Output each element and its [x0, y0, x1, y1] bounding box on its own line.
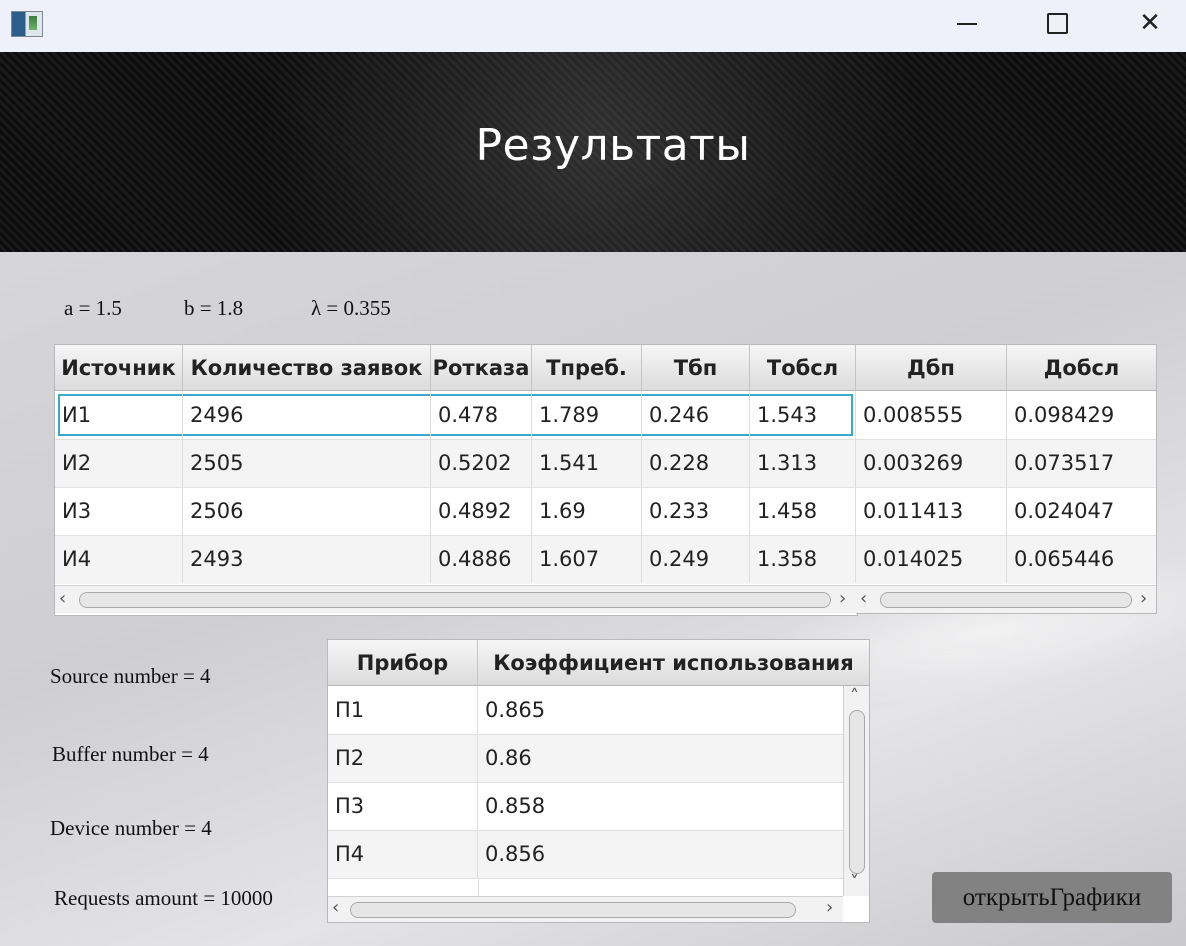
scrollbar-thumb[interactable] [880, 592, 1132, 608]
column-header[interactable]: Количество заявок [183, 345, 431, 391]
minimize-button[interactable] [944, 0, 990, 46]
table-cell: П3 [328, 782, 478, 830]
table-cell: И1 [55, 391, 183, 439]
table-cell: 1.607 [532, 535, 642, 583]
column-header[interactable]: Коэффициент использования [478, 640, 869, 686]
table-row[interactable] [328, 878, 843, 897]
table-cell: 0.065446 [1014, 547, 1115, 571]
table-cell: 0.233 [642, 487, 750, 535]
results-banner: Результаты [0, 52, 1186, 252]
scroll-right-icon[interactable]: › [839, 588, 846, 609]
sources-table: Источник Количество заявок Ротказа Тпреб… [54, 344, 858, 616]
table-cell: 0.4892 [431, 487, 532, 535]
table-cell: 0.011413 [856, 487, 1007, 535]
column-header[interactable]: Добсл [1007, 345, 1156, 391]
device-number-label: Device number = 4 [50, 816, 212, 840]
param-a: a = 1.5 [64, 296, 122, 320]
column-header[interactable]: Тбп [642, 345, 750, 391]
page-title: Результаты [475, 120, 751, 171]
table-cell: 2505 [183, 439, 431, 487]
table-cell: 0.249 [642, 535, 750, 583]
table-cell: 0.858 [485, 794, 546, 818]
column-header[interactable]: Прибор [328, 640, 478, 686]
table-cell: 0.024047 [1014, 499, 1115, 523]
scrollbar-thumb[interactable] [350, 902, 796, 918]
column-header[interactable]: Тпреб. [532, 345, 642, 391]
table-cell: 0.246 [642, 391, 750, 439]
table-cell: 1.313 [750, 439, 856, 487]
scroll-up-icon[interactable]: ˄ [850, 686, 859, 707]
scrollbar-thumb[interactable] [79, 592, 831, 608]
table-cell: П2 [328, 734, 478, 782]
table-cell: 1.541 [532, 439, 642, 487]
dispersion-table: Дбп Добсл 0.008555 0.098429 0.003269 0.0… [856, 344, 1157, 614]
source-number-label: Source number = 4 [50, 664, 211, 688]
table-cell: 1.69 [532, 487, 642, 535]
table-cell: 0.86 [485, 746, 532, 770]
table-cell: 0.014025 [856, 535, 1007, 583]
scroll-right-icon[interactable]: › [826, 897, 833, 918]
param-b: b = 1.8 [184, 296, 244, 320]
table-cell: 1.458 [750, 487, 856, 535]
requests-amount-label: Requests amount = 10000 [54, 886, 273, 910]
maximize-button[interactable] [1034, 0, 1080, 46]
table-cell: 0.478 [431, 391, 532, 439]
vertical-scrollbar[interactable]: ˄ ˅ [843, 686, 869, 896]
table-cell: 1.543 [750, 391, 856, 439]
table-cell: 2493 [183, 535, 431, 583]
table-cell: 0.856 [485, 842, 546, 866]
table-cell: 0.5202 [431, 439, 532, 487]
column-header[interactable]: Ротказа [431, 345, 532, 391]
scroll-left-icon[interactable]: ‹ [332, 897, 339, 918]
column-divider [478, 879, 479, 897]
table-cell: 0.228 [642, 439, 750, 487]
table-cell: 0.003269 [856, 439, 1007, 487]
table-cell: 0.073517 [1014, 451, 1115, 475]
buffer-number-label: Buffer number = 4 [52, 742, 209, 766]
table-cell: 1.358 [750, 535, 856, 583]
window-title-bar: ✕ [0, 0, 1186, 52]
scrollbar-thumb[interactable] [849, 710, 865, 874]
table-cell: И4 [55, 535, 183, 583]
horizontal-scrollbar[interactable]: ‹ › [328, 896, 843, 922]
table-cell: 2496 [183, 391, 431, 439]
table-cell: 0.4886 [431, 535, 532, 583]
param-lambda: λ = 0.355 [311, 296, 391, 320]
table-cell: 0.865 [485, 698, 546, 722]
table-cell: 2506 [183, 487, 431, 535]
devices-table: Прибор Коэффициент использования П1 0.86… [327, 639, 870, 923]
table-cell: П4 [328, 830, 478, 878]
column-header[interactable]: Дбп [856, 345, 1007, 391]
table-cell: П1 [328, 686, 478, 734]
close-icon: ✕ [1139, 8, 1161, 38]
scroll-left-icon[interactable]: ‹ [59, 588, 66, 609]
table-cell: И2 [55, 439, 183, 487]
table-cell: 1.789 [532, 391, 642, 439]
table-cell: И3 [55, 487, 183, 535]
scroll-down-icon[interactable]: ˅ [850, 872, 859, 893]
horizontal-scrollbar[interactable]: ‹ › [856, 585, 1156, 613]
column-header[interactable]: Тобсл [750, 345, 856, 391]
column-header[interactable]: Источник [55, 345, 183, 391]
horizontal-scrollbar[interactable]: ‹ › [55, 585, 856, 613]
scroll-left-icon[interactable]: ‹ [860, 588, 867, 609]
table-cell: 0.008555 [856, 391, 1007, 439]
close-button[interactable]: ✕ [1127, 0, 1173, 46]
table-cell: 0.098429 [1014, 403, 1115, 427]
open-charts-button[interactable]: открытьГрафики [932, 872, 1172, 923]
scroll-right-icon[interactable]: › [1140, 588, 1147, 609]
app-window-icon [11, 11, 43, 37]
